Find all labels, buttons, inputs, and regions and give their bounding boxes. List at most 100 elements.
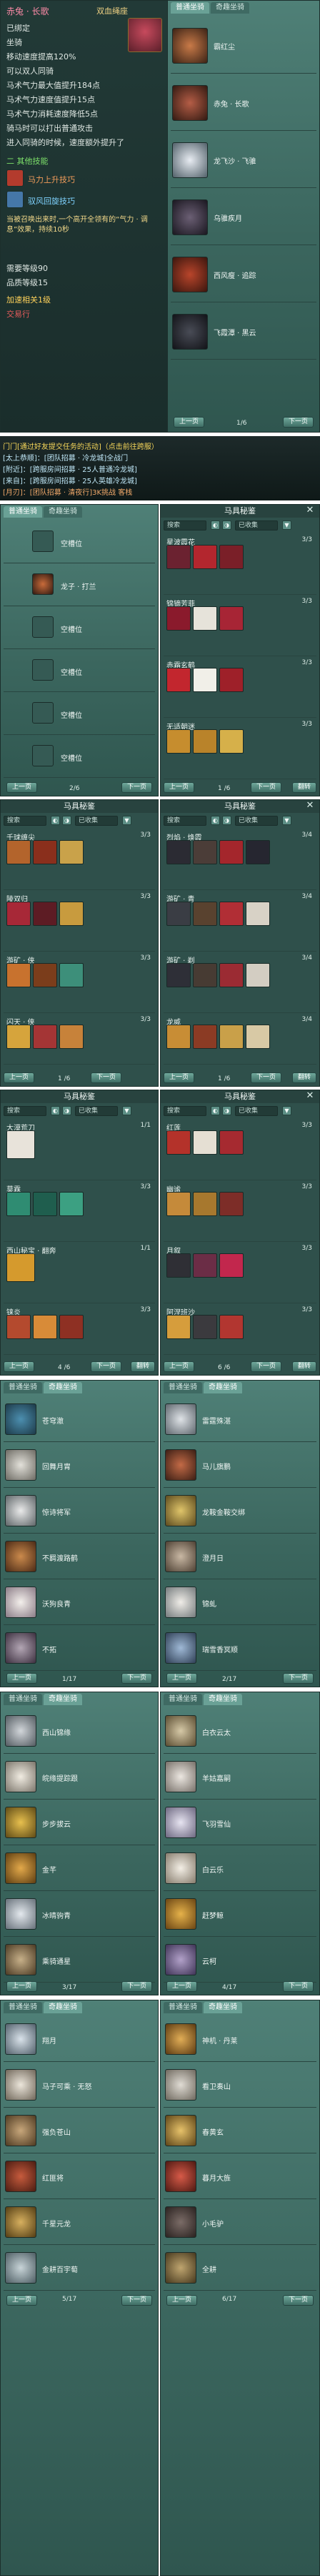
- mount-row[interactable]: 冰晴驹青: [4, 1892, 155, 1937]
- next-page-button[interactable]: 下一页: [91, 1361, 122, 1372]
- close-icon[interactable]: ✕: [305, 801, 315, 811]
- gear-row[interactable]: 星波霞花 3/3: [164, 535, 316, 595]
- mount-row[interactable]: 云柯: [164, 1938, 316, 1983]
- search-input[interactable]: 搜索: [164, 1106, 206, 1116]
- mount-row[interactable]: 神机 · 丹莱: [164, 2018, 316, 2062]
- gear-row[interactable]: 阿涅班沙 3/3: [164, 1305, 316, 1355]
- next-page-button[interactable]: 下一页: [282, 1981, 314, 1992]
- flip-button[interactable]: 翻转: [291, 1361, 316, 1372]
- mount-row[interactable]: 沃狗良青: [4, 1581, 155, 1625]
- mount-row[interactable]: 红匪将: [4, 2155, 155, 2199]
- mount-row[interactable]: 羊姑嘉嗣: [164, 1755, 316, 1800]
- gear-row[interactable]: 游矿 · 剃 3/4: [164, 953, 316, 1013]
- filter-icon-a[interactable]: ◐: [211, 1106, 220, 1115]
- next-page-button[interactable]: 下一页: [251, 782, 282, 793]
- mount-row[interactable]: 飞羽雪仙: [164, 1801, 316, 1845]
- mount-row[interactable]: 乌骓疾月: [171, 189, 316, 245]
- search-input[interactable]: 搜索: [164, 520, 206, 531]
- mount-row[interactable]: 步步拔云: [4, 1801, 155, 1845]
- tab-rare-mounts[interactable]: 奇趣坐骑: [204, 1382, 242, 1393]
- mount-row[interactable]: 飞霞潭 · 黑云: [171, 304, 316, 360]
- prev-page-button[interactable]: 上一页: [6, 1981, 38, 1992]
- mount-row[interactable]: 马儿旗鹏: [164, 1444, 316, 1488]
- tab-normal-mounts[interactable]: 普通坐骑: [164, 1694, 202, 1705]
- prev-page-button[interactable]: 上一页: [4, 1361, 35, 1372]
- filter-icon-a[interactable]: ◐: [211, 816, 220, 825]
- tab-normal-mounts[interactable]: 普通坐骑: [4, 506, 42, 518]
- gear-row[interactable]: 烈焰 · 焕霞 3/4: [164, 830, 316, 890]
- mount-row[interactable]: 马子可乘 · 无怒: [4, 2063, 155, 2108]
- tab-rare-mounts[interactable]: 奇趣坐骑: [44, 2002, 82, 2013]
- gear-row[interactable]: 游矿 · 侠 3/3: [4, 953, 155, 1013]
- gear-row[interactable]: 红莲 3/3: [164, 1120, 316, 1180]
- mount-row[interactable]: 赤兔 · 长歌: [171, 75, 316, 131]
- gear-row[interactable]: 幽谧 3/3: [164, 1182, 316, 1242]
- mount-row[interactable]: 不拓: [4, 1627, 155, 1671]
- funnel-icon[interactable]: ▼: [122, 816, 131, 825]
- tab-rare-mounts[interactable]: 奇趣坐骑: [44, 506, 82, 518]
- prev-page-button[interactable]: 上一页: [166, 2295, 198, 2306]
- gear-row[interactable]: 铼炎 3/3: [4, 1305, 155, 1355]
- next-page-button[interactable]: 下一页: [121, 2295, 152, 2306]
- tab-rare-mounts[interactable]: 奇趣坐骑: [44, 1694, 82, 1705]
- tab-rare-mounts[interactable]: 奇趣坐骑: [211, 2, 249, 14]
- funnel-icon[interactable]: ▼: [122, 1106, 131, 1115]
- mount-row[interactable]: 惊诗将军: [4, 1489, 155, 1534]
- flip-button[interactable]: 翻转: [291, 782, 316, 793]
- next-page-button[interactable]: 下一页: [91, 1072, 122, 1083]
- gear-row[interactable]: 西山秘宝 · 翻奔 1/1: [4, 1243, 155, 1303]
- gear-row[interactable]: 游矿 · 青 3/4: [164, 892, 316, 952]
- mount-row[interactable]: 霸红尘: [171, 18, 316, 74]
- tab-normal-mounts[interactable]: 普通坐骑: [4, 1694, 42, 1705]
- slot-row[interactable]: 空槽位: [4, 522, 155, 563]
- mount-row[interactable]: 西风瘦 · 追踪: [171, 247, 316, 302]
- next-page-button[interactable]: 下一页: [121, 782, 152, 793]
- tab-rare-mounts[interactable]: 奇趣坐骑: [204, 1694, 242, 1705]
- funnel-icon[interactable]: ▼: [282, 520, 291, 530]
- prev-page-button[interactable]: 上一页: [164, 782, 195, 793]
- mount-row[interactable]: 回舞月胄: [4, 1444, 155, 1488]
- gear-row[interactable]: 莫霖 3/3: [4, 1182, 155, 1242]
- mount-row[interactable]: 金耕百宇萄: [4, 2246, 155, 2291]
- prev-page-button[interactable]: 上一页: [6, 1673, 38, 1684]
- collect-filter-select[interactable]: 已收集: [235, 816, 278, 826]
- mount-row[interactable]: 乘骑通星: [4, 1938, 155, 1983]
- filter-icon-b[interactable]: ◑: [222, 520, 231, 530]
- mount-row[interactable]: 龙飞沙 · 飞骓: [171, 132, 316, 188]
- tab-normal-mounts[interactable]: 普通坐骑: [4, 1382, 42, 1393]
- mount-row[interactable]: 不羁渡路鹤: [4, 1535, 155, 1579]
- mount-row[interactable]: 翔月: [4, 2018, 155, 2062]
- prev-page-button[interactable]: 上一页: [6, 2295, 38, 2306]
- gear-row[interactable]: 赤霜玄鹤 3/3: [164, 658, 316, 718]
- mount-row[interactable]: 澄月日: [164, 1535, 316, 1579]
- next-page-button[interactable]: 下一页: [121, 1673, 152, 1684]
- prev-page-button[interactable]: 上一页: [4, 1072, 35, 1083]
- next-page-button[interactable]: 下一页: [282, 417, 314, 428]
- mount-row[interactable]: 白衣云太: [164, 1709, 316, 1754]
- funnel-icon[interactable]: ▼: [282, 816, 291, 825]
- tab-rare-mounts[interactable]: 奇趣坐骑: [204, 2002, 242, 2013]
- collect-filter-select[interactable]: 已收集: [235, 520, 278, 531]
- collect-filter-select[interactable]: 已收集: [235, 1106, 278, 1116]
- collect-filter-select[interactable]: 已收集: [75, 1106, 118, 1116]
- mount-row[interactable]: 雷霆殊湛: [164, 1398, 316, 1442]
- mount-row[interactable]: 强负苍山: [4, 2109, 155, 2153]
- mount-row[interactable]: 小毛驴: [164, 2201, 316, 2245]
- collect-filter-select[interactable]: 已收集: [75, 816, 118, 826]
- prev-page-button[interactable]: 上一页: [164, 1361, 195, 1372]
- filter-icon-a[interactable]: ◐: [51, 1106, 60, 1115]
- prev-page-button[interactable]: 上一页: [166, 1981, 198, 1992]
- mount-row[interactable]: 全耕: [164, 2246, 316, 2291]
- slot-row[interactable]: 空槽位: [4, 651, 155, 692]
- search-input[interactable]: 搜索: [4, 816, 46, 826]
- close-icon[interactable]: ✕: [305, 1091, 315, 1101]
- gear-row[interactable]: 月叙 3/3: [164, 1243, 316, 1303]
- mount-row[interactable]: 赶梦鲸: [164, 1892, 316, 1937]
- tab-normal-mounts[interactable]: 普通坐骑: [171, 2, 209, 14]
- next-page-button[interactable]: 下一页: [251, 1072, 282, 1083]
- mount-row[interactable]: 金芊: [4, 1847, 155, 1891]
- next-page-button[interactable]: 下一页: [121, 1981, 152, 1992]
- gear-row[interactable]: 陵双归 3/3: [4, 892, 155, 952]
- filter-icon-b[interactable]: ◑: [222, 1106, 231, 1115]
- mount-row[interactable]: 龙鞍金鞍交绑: [164, 1489, 316, 1534]
